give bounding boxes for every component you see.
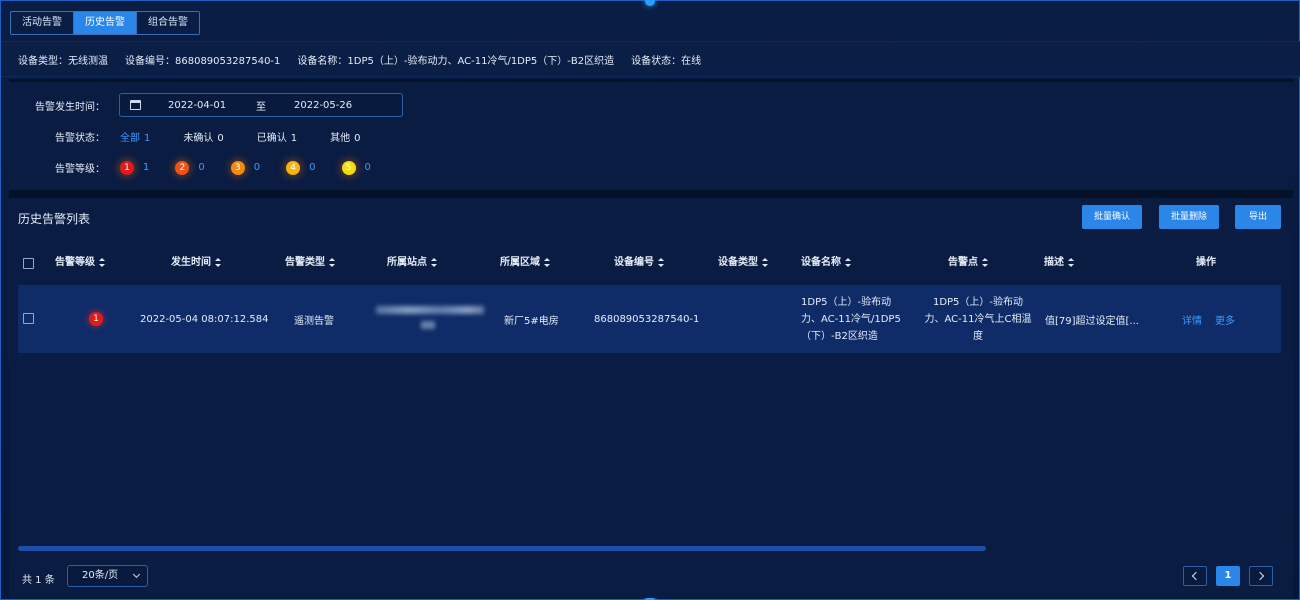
next-page-button[interactable]: [1249, 566, 1273, 586]
time-filter-row: 告警发生时间： 2022-04-01 至 2022-05-26: [9, 93, 403, 117]
device-status-text: 设备状态：在线: [631, 55, 702, 67]
level-count: 0: [364, 162, 371, 173]
sort-icon: [1068, 257, 1074, 267]
sort-icon: [762, 257, 768, 267]
col-type[interactable]: 告警类型: [285, 248, 335, 278]
cell-device-name: 1DP5（上）-验布动力、AC-11冷气/1DP5（下）-B2区织造: [801, 296, 901, 342]
device-type-text: 设备类型：无线测温: [18, 55, 108, 67]
chevron-down-icon: [132, 570, 141, 579]
level-badge: 1: [89, 312, 103, 326]
row-checkbox[interactable]: [23, 313, 34, 324]
cell-point: 1DP5（上）-验布动力、AC-11冷气上C相温度: [924, 296, 1032, 342]
table-row[interactable]: 1 2022-05-04 08:07:12.584 遥测告警 新厂5#电房 86…: [18, 285, 1281, 353]
sort-icon: [99, 257, 105, 267]
table-header: 告警等级 发生时间 告警类型 所属站点 所属区域 设备编号 设备类型 设备名称 …: [18, 248, 1281, 278]
chevron-left-icon: [1191, 571, 1201, 581]
col-device-type[interactable]: 设备类型: [718, 248, 768, 278]
col-code[interactable]: 设备编号: [614, 248, 664, 278]
status-option-other[interactable]: 其他 0: [330, 129, 360, 144]
level-option-1[interactable]: 11: [120, 160, 150, 175]
status-filter-label: 告警状态：: [55, 133, 105, 144]
device-name-text: 设备名称：1DP5（上）-验布动力、AC-11冷气/1DP5（下）-B2区织造: [297, 55, 615, 67]
level-option-4[interactable]: 40: [286, 160, 316, 175]
sort-icon: [329, 257, 335, 267]
level-badge: 3: [230, 160, 245, 175]
tab-history-alarms[interactable]: 历史告警: [74, 12, 137, 34]
tab-combined-alarms[interactable]: 组合告警: [137, 12, 199, 34]
cell-actions: 详情 更多: [1182, 285, 1235, 353]
device-code-text: 设备编号：868089053287540-1: [125, 55, 281, 67]
col-desc[interactable]: 描述: [1044, 248, 1074, 278]
history-alarm-list: 历史告警列表 批量确认 批量删除 导出 告警等级 发生时间 告警类型 所属站点 …: [9, 198, 1293, 598]
cell-code: 868089053287540-1: [594, 313, 700, 325]
page-size-select[interactable]: 20条/页: [67, 565, 148, 587]
level-badge: 2: [175, 160, 190, 175]
alarm-tabs: 活动告警 历史告警 组合告警: [10, 11, 200, 35]
level-count: 0: [253, 162, 261, 173]
status-option-confirmed[interactable]: 已确认 1: [257, 129, 297, 144]
level-badge: 5: [341, 160, 356, 175]
device-info-bar: 设备类型：无线测温 设备编号：868089053287540-1 设备名称：1D…: [1, 41, 1300, 77]
status-option-all[interactable]: 全部 1: [120, 129, 150, 144]
col-actions: 操作: [1196, 257, 1216, 268]
level-option-3[interactable]: 30: [230, 160, 261, 175]
range-separator: 至: [256, 101, 266, 113]
page-1-button[interactable]: 1: [1216, 566, 1240, 586]
level-badge: 1: [120, 160, 134, 175]
page-size-value: 20条/页: [82, 570, 119, 581]
divider: [9, 190, 1293, 198]
sort-icon: [845, 257, 851, 267]
select-all-checkbox[interactable]: [23, 258, 34, 269]
batch-delete-button[interactable]: 批量删除: [1159, 205, 1220, 229]
level-filter-label: 告警等级：: [55, 164, 105, 175]
cell-time: 2022-05-04 08:07:12.584: [140, 313, 269, 325]
divider: [9, 79, 1293, 82]
start-date[interactable]: 2022-04-01: [168, 100, 256, 111]
prev-page-button[interactable]: [1183, 566, 1207, 586]
export-button[interactable]: 导出: [1235, 205, 1282, 229]
calendar-icon: [130, 100, 141, 110]
sort-icon: [982, 257, 988, 267]
cell-type: 遥测告警: [294, 315, 334, 327]
chevron-right-icon: [1255, 571, 1265, 581]
frame-top-dot: [645, 0, 655, 6]
level-badge: 4: [286, 160, 301, 175]
sort-icon: [658, 257, 664, 267]
col-time[interactable]: 发生时间: [171, 248, 221, 278]
date-range-picker[interactable]: 2022-04-01 至 2022-05-26: [119, 93, 403, 117]
more-link[interactable]: 更多: [1215, 312, 1235, 327]
level-filter-row: 告警等级： 11 20 30 40 50: [9, 160, 397, 175]
tab-active-alarms[interactable]: 活动告警: [11, 12, 74, 34]
sort-icon: [431, 257, 437, 267]
col-point[interactable]: 告警点: [948, 248, 988, 278]
sort-icon: [544, 257, 550, 267]
detail-link[interactable]: 详情: [1182, 312, 1202, 327]
level-count: 1: [143, 162, 150, 173]
redacted-blur: [376, 306, 484, 314]
level-option-2[interactable]: 20: [175, 160, 205, 175]
col-device-name[interactable]: 设备名称: [801, 248, 851, 278]
batch-confirm-button[interactable]: 批量确认: [1082, 205, 1143, 229]
total-count: 共 1 条: [22, 575, 55, 586]
cell-desc: 值[79]超过设定值[...: [1045, 315, 1139, 327]
level-count: 0: [309, 162, 316, 173]
filter-panel: 告警发生时间： 2022-04-01 至 2022-05-26 告警状态： 全部…: [9, 84, 1293, 189]
level-option-5[interactable]: 50: [341, 160, 371, 175]
status-filter-row: 告警状态： 全部 1 未确认 0 已确认 1 其他 0: [9, 129, 394, 144]
page-frame: 活动告警 历史告警 组合告警 设备类型：无线测温 设备编号：8680890532…: [0, 0, 1300, 600]
col-area[interactable]: 所属区域: [500, 248, 550, 278]
list-title: 历史告警列表: [18, 212, 91, 226]
cell-area: 新厂5#电房: [504, 315, 559, 327]
col-level[interactable]: 告警等级: [55, 248, 105, 278]
sort-icon: [215, 257, 221, 267]
redacted-blur: [421, 321, 435, 329]
level-count: 0: [198, 162, 205, 173]
col-station[interactable]: 所属站点: [387, 248, 437, 278]
horizontal-scrollbar[interactable]: [18, 546, 986, 551]
time-filter-label: 告警发生时间：: [35, 101, 105, 113]
cell-level: 1: [89, 285, 103, 353]
status-option-unconfirmed[interactable]: 未确认 0: [183, 129, 223, 144]
end-date[interactable]: 2022-05-26: [294, 100, 352, 111]
